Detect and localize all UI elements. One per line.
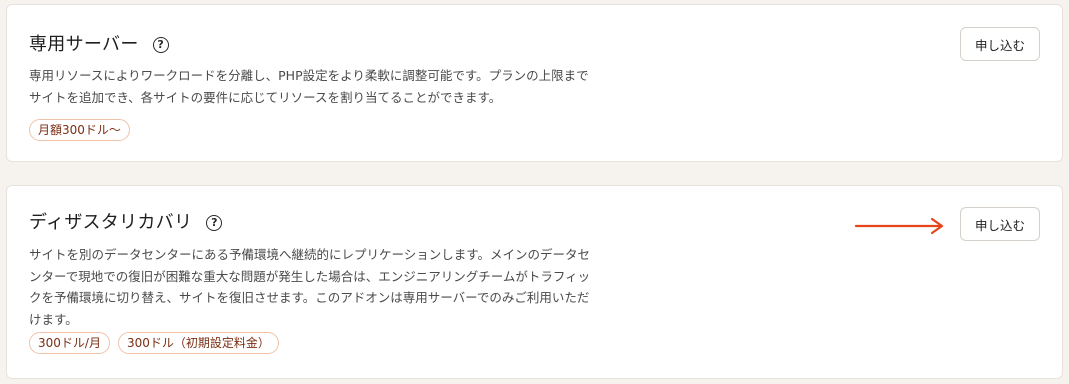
- description-line: クを予備環境に切り替え、サイトを復旧させます。このアドオンは専用サーバーでのみご…: [29, 290, 590, 305]
- description-line: サイトを別のデータセンターにある予備環境へ継続的にレプリケーションします。メイン…: [29, 247, 591, 262]
- addon-title-row: 専用サーバー ?: [29, 33, 169, 57]
- arrow-right-icon: [854, 217, 944, 235]
- addon-card-dedicated-server: 専用サーバー ? 専用リソースによりワークロードを分離し、PHP設定をより柔軟に…: [6, 4, 1063, 162]
- addon-description: サイトを別のデータセンターにある予備環境へ継続的にレプリケーションします。メイン…: [29, 244, 609, 330]
- description-line: けます。: [29, 311, 78, 327]
- question-circle-icon[interactable]: ?: [206, 215, 223, 231]
- apply-button[interactable]: 申し込む: [960, 207, 1040, 241]
- price-tag: 月額300ドル〜: [29, 119, 130, 141]
- question-circle-icon[interactable]: ?: [152, 37, 169, 53]
- addon-title-row: ディザスタリカバリ ?: [29, 211, 223, 235]
- price-tags: 300ドル/月 300ドル（初期設定料金）: [29, 332, 279, 354]
- price-tag: 300ドル（初期設定料金）: [117, 332, 279, 354]
- apply-button[interactable]: 申し込む: [960, 27, 1040, 61]
- description-line: サイトを追加でき、各サイトの要件に応じてリソースを割り当てることができます。: [29, 89, 502, 105]
- price-tag: 300ドル/月: [29, 332, 110, 354]
- description-line: 専用リソースによりワークロードを分離し、PHP設定をより柔軟に調整可能です。プラ…: [29, 68, 589, 83]
- price-tags: 月額300ドル〜: [29, 119, 130, 141]
- addon-title: ディザスタリカバリ: [29, 212, 193, 233]
- addon-description: 専用リソースによりワークロードを分離し、PHP設定をより柔軟に調整可能です。プラ…: [29, 65, 609, 108]
- description-line: ンターで現地での復旧が困難な重大な問題が発生した場合は、エンジニアリングチームが…: [29, 268, 591, 284]
- addon-title: 専用サーバー: [29, 34, 139, 55]
